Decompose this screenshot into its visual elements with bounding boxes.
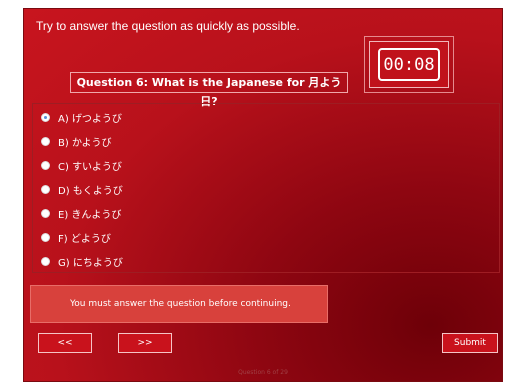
option-a[interactable]: A) げつようび bbox=[41, 108, 122, 126]
option-label: D) もくようび bbox=[58, 185, 123, 197]
radio-button[interactable] bbox=[41, 232, 50, 242]
option-label: A) げつようび bbox=[58, 113, 122, 125]
option-label: E) きんようび bbox=[58, 209, 122, 221]
radio-button[interactable] bbox=[41, 160, 50, 170]
option-label: B) かようび bbox=[58, 137, 112, 149]
option-g[interactable]: G) にちようび bbox=[41, 252, 123, 270]
previous-button[interactable]: << bbox=[38, 333, 92, 353]
radio-button[interactable] bbox=[41, 184, 50, 194]
option-label: F) どようび bbox=[58, 233, 111, 245]
radio-button[interactable] bbox=[41, 208, 50, 218]
instruction-text: Try to answer the question as quickly as… bbox=[36, 19, 300, 33]
radio-button[interactable] bbox=[41, 136, 50, 146]
page-indicator: Question 6 of 29 bbox=[238, 369, 288, 376]
timer-box: 00:08 bbox=[369, 41, 449, 88]
radio-button[interactable] bbox=[41, 256, 50, 266]
timer-frame: 00:08 bbox=[364, 36, 454, 93]
error-message: You must answer the question before cont… bbox=[30, 285, 328, 323]
next-button[interactable]: >> bbox=[118, 333, 172, 353]
option-label: G) にちようび bbox=[58, 257, 123, 269]
quiz-stage: Try to answer the question as quickly as… bbox=[23, 8, 503, 382]
option-b[interactable]: B) かようび bbox=[41, 132, 111, 150]
option-f[interactable]: F) どようび bbox=[41, 228, 111, 246]
option-e[interactable]: E) きんようび bbox=[41, 204, 121, 222]
question-text: Question 6: What is the Japanese for 月よう… bbox=[70, 72, 348, 108]
option-c[interactable]: C) すいようび bbox=[41, 156, 122, 174]
option-label: C) すいようび bbox=[58, 161, 122, 173]
timer-display: 00:08 bbox=[383, 55, 435, 75]
radio-button-selected[interactable] bbox=[41, 112, 50, 122]
timer-scroll-icon: 00:08 bbox=[378, 48, 440, 81]
submit-button[interactable]: Submit bbox=[442, 333, 498, 353]
options-panel: A) げつようび B) かようび C) すいようび D) もくようび E) きん… bbox=[32, 103, 500, 273]
option-d[interactable]: D) もくようび bbox=[41, 180, 123, 198]
